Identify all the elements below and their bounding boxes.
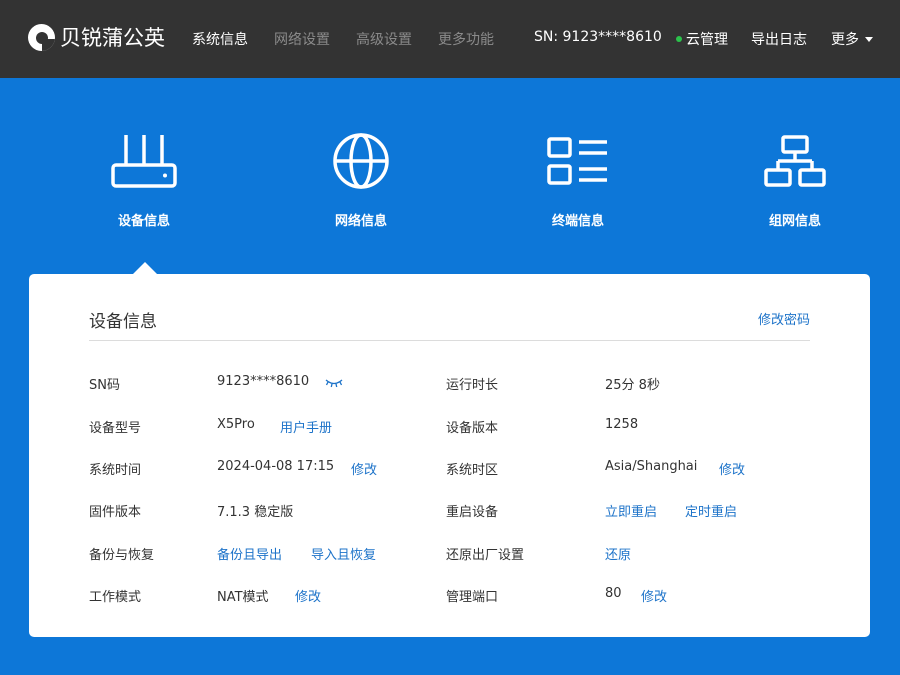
management-port-value: 80 [605, 586, 622, 601]
tab-device-info[interactable]: 设备信息 [74, 130, 214, 229]
panel-title: 设备信息 [89, 312, 157, 332]
divider [89, 340, 810, 341]
nav-system-info[interactable]: 系统信息 [192, 29, 248, 49]
factory-reset-link[interactable]: 还原 [605, 544, 631, 563]
sn-label: SN码 [89, 378, 120, 393]
network-topology-icon [764, 135, 826, 187]
firmware-label: 固件版本 [89, 505, 142, 520]
import-restore-link[interactable]: 导入且恢复 [311, 544, 376, 563]
active-tab-pointer [133, 262, 157, 274]
edit-time-link[interactable]: 修改 [351, 459, 377, 478]
uptime-value: 25分 8秒 [605, 378, 660, 393]
device-version-value: 1258 [605, 417, 639, 432]
tab-network-info-label: 网络信息 [334, 214, 387, 229]
list-icon [547, 137, 607, 185]
chevron-down-icon [865, 36, 873, 42]
tab-networking-info[interactable]: 组网信息 [725, 130, 865, 229]
reboot-now-link[interactable]: 立即重启 [605, 501, 657, 520]
nav-more-features[interactable]: 更多功能 [438, 29, 494, 49]
more-label: 更多 [831, 32, 859, 48]
timezone-value: Asia/Shanghai [605, 459, 698, 474]
top-bar: 贝锐蒲公英 系统信息 网络设置 高级设置 更多功能 SN: 9123****86… [0, 0, 900, 78]
timezone-label: 系统时区 [446, 463, 499, 478]
edit-mode-link[interactable]: 修改 [295, 586, 321, 605]
scheduled-reboot-link[interactable]: 定时重启 [685, 501, 737, 520]
sn-value: 9123****8610 [217, 374, 310, 389]
logo-icon [28, 23, 55, 51]
header-sn: SN: 9123****8610 [534, 29, 662, 45]
tab-terminal-info[interactable]: 终端信息 [508, 130, 648, 229]
cloud-management-label: 云管理 [686, 32, 728, 48]
brand-logo[interactable]: 贝锐蒲公英 [28, 22, 165, 52]
online-status-dot [676, 36, 682, 42]
tab-device-info-label: 设备信息 [117, 214, 170, 229]
backup-export-link[interactable]: 备份且导出 [217, 544, 282, 563]
system-time-value: 2024-04-08 17:15 [217, 459, 335, 474]
more-menu-button[interactable]: 更多 [831, 29, 873, 49]
factory-reset-label: 还原出厂设置 [446, 548, 525, 563]
tab-terminal-info-label: 终端信息 [551, 214, 604, 229]
main-nav: 系统信息 网络设置 高级设置 更多功能 [192, 0, 520, 78]
change-password-link[interactable]: 修改密码 [758, 309, 810, 328]
export-log-button[interactable]: 导出日志 [751, 29, 807, 49]
router-icon [111, 135, 177, 188]
management-port-label: 管理端口 [446, 590, 499, 605]
cloud-management-link[interactable]: 云管理 [676, 29, 728, 49]
nav-network-settings[interactable]: 网络设置 [274, 29, 330, 49]
eye-closed-icon[interactable] [325, 374, 343, 393]
model-label: 设备型号 [89, 421, 142, 436]
backup-restore-label: 备份与恢复 [89, 548, 155, 563]
globe-icon [333, 133, 389, 189]
user-manual-link[interactable]: 用户手册 [280, 417, 332, 436]
device-version-label: 设备版本 [446, 421, 499, 436]
brand-name: 贝锐蒲公英 [60, 26, 165, 50]
firmware-value: 7.1.3 稳定版 [217, 505, 294, 520]
edit-timezone-link[interactable]: 修改 [719, 459, 745, 478]
tab-networking-info-label: 组网信息 [768, 214, 821, 229]
device-info-panel: 设备信息 修改密码 SN码 9123****8610 设备型号 X5Pro 用户… [29, 274, 870, 637]
model-value: X5Pro [217, 417, 255, 432]
work-mode-value: NAT模式 [217, 590, 269, 605]
system-time-label: 系统时间 [89, 463, 142, 478]
reboot-label: 重启设备 [446, 505, 499, 520]
uptime-label: 运行时长 [446, 378, 499, 393]
nav-advanced-settings[interactable]: 高级设置 [356, 29, 412, 49]
work-mode-label: 工作模式 [89, 590, 142, 605]
tab-network-info[interactable]: 网络信息 [291, 130, 431, 229]
edit-port-link[interactable]: 修改 [641, 586, 667, 605]
